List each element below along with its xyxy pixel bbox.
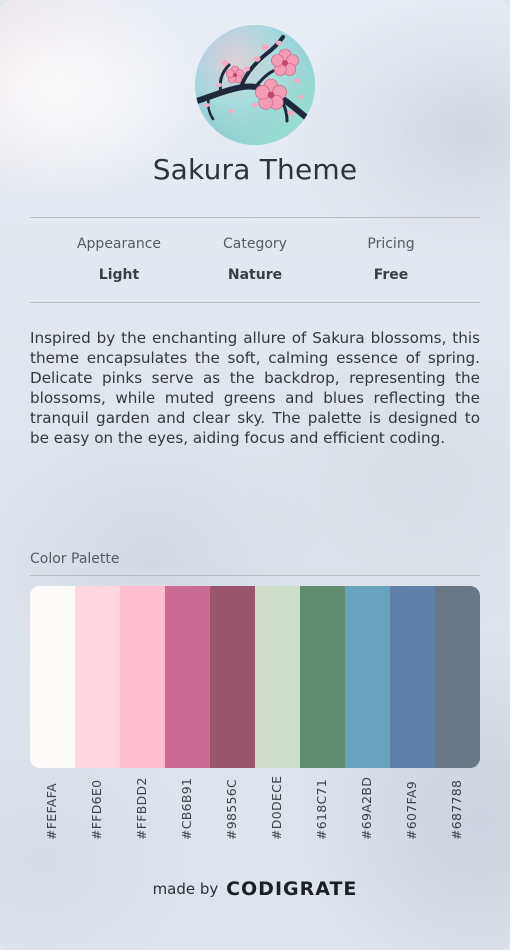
color-hex-label: #687788	[449, 780, 464, 840]
color-swatch[interactable]	[120, 586, 165, 768]
made-by-label: made by	[153, 880, 219, 898]
color-hex-label: #FFBDD2	[134, 777, 149, 840]
color-hex-label: #98556C	[224, 779, 239, 840]
palette-title: Color Palette	[30, 551, 120, 567]
theme-title: Sakura Theme	[0, 153, 510, 186]
meta-value: Light	[44, 267, 194, 283]
color-hex-label: #FEFAFA	[44, 783, 59, 840]
meta-label: Appearance	[44, 236, 194, 252]
color-hex: #69A2BD	[345, 776, 390, 840]
color-swatch[interactable]	[390, 586, 435, 768]
color-swatch[interactable]	[165, 586, 210, 768]
color-hex-label: #69A2BD	[359, 777, 374, 840]
color-hex: #618C71	[300, 776, 345, 840]
color-palette	[30, 586, 480, 768]
meta-label: Pricing	[316, 236, 466, 252]
meta-label: Category	[180, 236, 330, 252]
color-swatch[interactable]	[210, 586, 255, 768]
color-hex: #607FA9	[390, 776, 435, 840]
theme-meta: Appearance Light Category Nature Pricing…	[30, 218, 480, 302]
divider-bottom	[30, 302, 480, 303]
color-hex: #98556C	[210, 776, 255, 840]
meta-value: Free	[316, 267, 466, 283]
color-hex-label: #618C71	[314, 779, 329, 840]
color-swatch[interactable]	[75, 586, 120, 768]
color-hex: #FFD6E0	[75, 776, 120, 840]
color-swatch[interactable]	[300, 586, 345, 768]
color-hex-label: #FFD6E0	[89, 780, 104, 840]
color-hex: #CB6B91	[165, 776, 210, 840]
theme-logo	[195, 25, 315, 145]
color-hex: #FFBDD2	[120, 776, 165, 840]
color-hex-label: #CB6B91	[179, 778, 194, 840]
color-swatch[interactable]	[435, 586, 480, 768]
theme-description: Inspired by the enchanting allure of Sak…	[30, 328, 480, 448]
color-swatch[interactable]	[255, 586, 300, 768]
color-swatch[interactable]	[345, 586, 390, 768]
color-hex: #687788	[435, 776, 480, 840]
cherry-blossom-branch-icon	[195, 25, 315, 145]
color-hex: #D0DECE	[255, 776, 300, 840]
footer: made by CODIGRATE	[0, 878, 510, 900]
color-hex-label: #D0DECE	[269, 776, 284, 840]
theme-card: Sakura Theme Appearance Light Category N…	[0, 0, 510, 950]
color-hex-label: #607FA9	[404, 781, 419, 840]
color-hex: #FEFAFA	[30, 776, 75, 840]
meta-value: Nature	[180, 267, 330, 283]
color-swatch[interactable]	[30, 586, 75, 768]
palette-divider	[30, 575, 480, 576]
codigrate-logo[interactable]: CODIGRATE	[226, 878, 357, 900]
color-hex-labels: #FEFAFA #FFD6E0 #FFBDD2 #CB6B91 #98556C #D0DE…	[30, 776, 480, 840]
